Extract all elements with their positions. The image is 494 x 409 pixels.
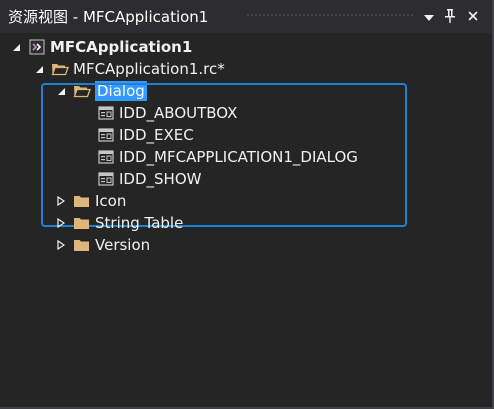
- title-bar-grip[interactable]: [246, 13, 414, 18]
- tree-node-version-folder[interactable]: Version: [55, 234, 150, 256]
- dialog-icon: [97, 171, 115, 187]
- expanded-arrow-icon[interactable]: [55, 85, 67, 97]
- tree-node-string-table-folder[interactable]: String Table: [55, 212, 183, 234]
- tree-node-label: IDD_ABOUTBOX: [119, 104, 238, 122]
- tree-node-dialog-item[interactable]: IDD_SHOW: [97, 168, 201, 190]
- dialog-icon: [97, 149, 115, 165]
- tree-node-project[interactable]: MFCApplication1: [10, 36, 192, 58]
- window-title: 资源视图 - MFCApplication1: [8, 8, 209, 26]
- tree-node-label: Version: [95, 236, 151, 254]
- tree-node-label: MFCApplication1.rc*: [73, 60, 225, 78]
- tree-node-label: IDD_MFCAPPLICATION1_DIALOG: [119, 148, 358, 166]
- collapsed-arrow-icon[interactable]: [55, 217, 67, 229]
- folder-icon: [73, 193, 91, 209]
- collapsed-arrow-icon[interactable]: [55, 239, 67, 251]
- expanded-arrow-icon[interactable]: [33, 63, 45, 75]
- expanded-arrow-icon[interactable]: [10, 41, 22, 53]
- tree-node-dialog-item[interactable]: IDD_ABOUTBOX: [97, 102, 237, 124]
- tree-node-dialog-folder[interactable]: Dialog: [55, 80, 147, 102]
- tree-node-dialog-item[interactable]: IDD_EXEC: [97, 124, 194, 146]
- tree-node-label: IDD_SHOW: [119, 170, 202, 188]
- title-bar[interactable]: 资源视图 - MFCApplication1: [0, 0, 492, 33]
- pin-icon[interactable]: [442, 9, 458, 25]
- tree-node-label: Icon: [95, 192, 127, 210]
- chevron-down-icon[interactable]: [421, 9, 437, 25]
- folder-icon: [73, 215, 91, 231]
- tree-node-rc-file[interactable]: MFCApplication1.rc*: [33, 58, 225, 80]
- tree-node-icon-folder[interactable]: Icon: [55, 190, 126, 212]
- dialog-icon: [97, 105, 115, 121]
- collapsed-arrow-icon[interactable]: [55, 195, 67, 207]
- folder-icon: [73, 237, 91, 253]
- resource-tree: MFCApplication1 MFCApplication1.rc* Dial…: [0, 33, 492, 407]
- open-folder-icon: [73, 83, 91, 99]
- resource-view-window: 资源视图 - MFCApplication1 MFCApplication1 M…: [0, 0, 494, 409]
- tree-node-label: MFCApplication1: [50, 38, 193, 56]
- tree-node-label: String Table: [95, 214, 184, 232]
- close-icon[interactable]: [465, 9, 481, 25]
- dialog-icon: [97, 127, 115, 143]
- tree-node-dialog-item[interactable]: IDD_MFCAPPLICATION1_DIALOG: [97, 146, 358, 168]
- open-folder-icon: [51, 61, 69, 77]
- tree-node-label-selected: Dialog: [95, 81, 147, 101]
- project-icon: [28, 39, 46, 55]
- tree-node-label: IDD_EXEC: [119, 126, 194, 144]
